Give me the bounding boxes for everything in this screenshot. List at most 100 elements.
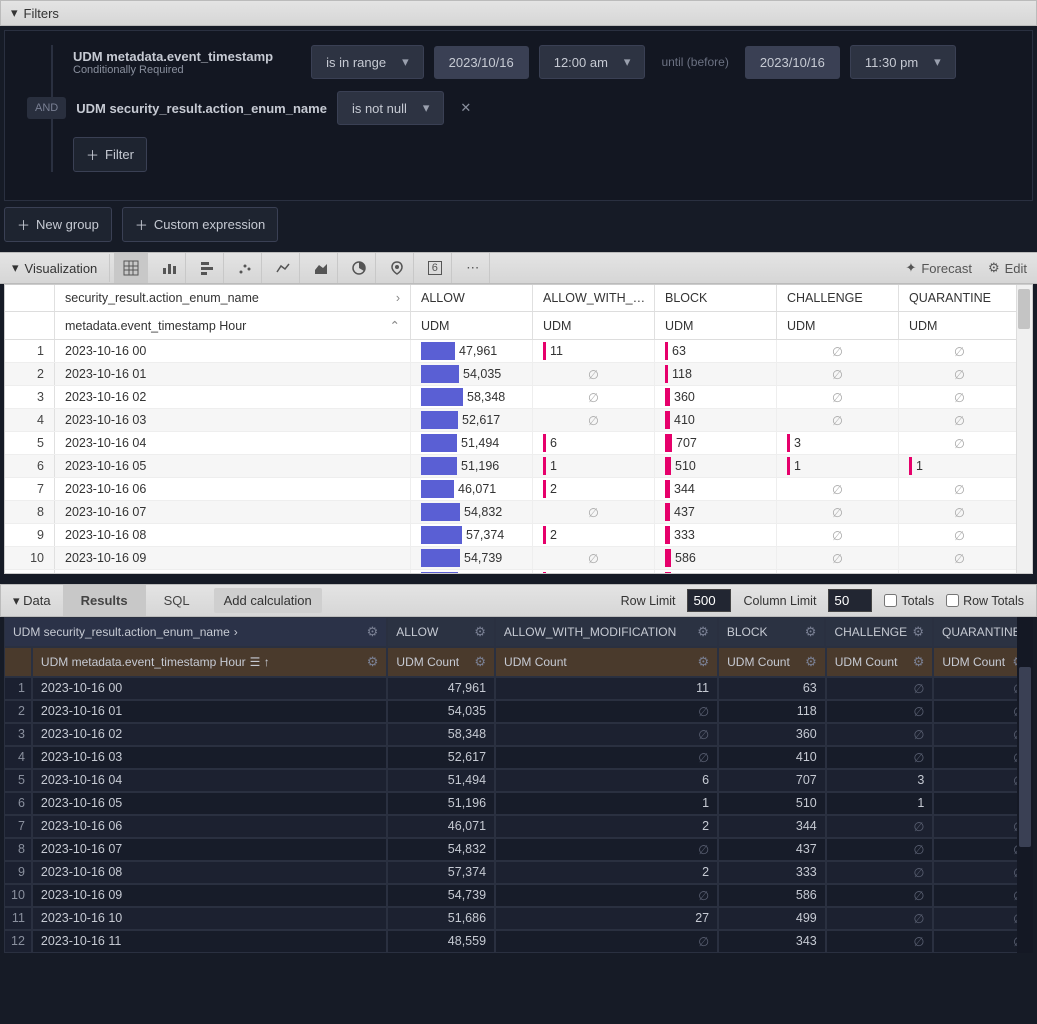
custom-expression-button[interactable]: ＋Custom expression [122, 207, 278, 242]
sort-asc-icon: ☰ ↑ [250, 655, 270, 669]
table-row[interactable]: 42023-10-16 0352,617∅410∅∅ [5, 409, 1032, 432]
filter-date-to[interactable]: 2023/10/16 [745, 46, 840, 79]
table-row[interactable]: 82023-10-16 0754,832∅437∅∅ [5, 501, 1032, 524]
row-field-header[interactable]: metadata.event_timestamp Hour⌃ [55, 312, 411, 339]
chevron-right-icon: › [396, 291, 400, 305]
gear-icon[interactable]: ⚙ [474, 654, 486, 670]
pivot-field-header[interactable]: security_result.action_enum_name› [55, 285, 411, 311]
col-header[interactable]: BLOCK⚙ [718, 617, 826, 647]
single-value-icon[interactable]: 6 [418, 253, 452, 283]
table-vis-icon[interactable] [114, 253, 148, 283]
map-chart-icon[interactable] [380, 253, 414, 283]
chevron-right-icon: › [234, 625, 238, 639]
gear-icon[interactable]: ⚙ [474, 624, 486, 640]
visualization-section-header[interactable]: ▾ Visualization [0, 254, 110, 282]
line-chart-icon[interactable] [266, 253, 300, 283]
scatter-chart-icon[interactable] [228, 253, 262, 283]
table-row[interactable]: 62023-10-16 0551,196151011 [5, 455, 1032, 478]
sub-header: UDM [533, 312, 655, 339]
sub-header[interactable]: UDM Count⚙ [826, 647, 934, 677]
visualization-toolbar: ▾ Visualization 6 ⋯ ✦Forecast ⚙Edit [0, 252, 1037, 284]
filter-op-select[interactable]: is in range [311, 45, 424, 79]
gear-icon[interactable]: ⚙ [697, 624, 709, 640]
scrollbar[interactable] [1016, 285, 1032, 573]
col-header[interactable]: ALLOW_WITH_… [533, 285, 655, 311]
table-row[interactable]: 92023-10-16 0857,3742333∅∅ [4, 861, 1033, 884]
sub-header[interactable]: UDM Count⚙ [718, 647, 826, 677]
gear-icon[interactable]: ⚙ [367, 654, 379, 670]
table-row[interactable]: 32023-10-16 0258,348∅360∅∅ [4, 723, 1033, 746]
sub-header[interactable]: UDM Count⚙ [495, 647, 718, 677]
gear-icon[interactable]: ⚙ [367, 624, 379, 640]
add-calculation-button[interactable]: Add calculation [214, 588, 322, 613]
gear-icon[interactable]: ⚙ [912, 624, 924, 640]
table-row[interactable]: 42023-10-16 0352,617∅410∅∅ [4, 746, 1033, 769]
table-row[interactable]: 112023-10-16 1051,68627499∅∅ [5, 570, 1032, 574]
plus-icon: ＋ [135, 215, 148, 234]
row-limit-input[interactable] [687, 589, 731, 612]
filters-panel: UDM metadata.event_timestamp Conditional… [4, 30, 1033, 201]
row-header[interactable]: UDM metadata.event_timestamp Hour ☰ ↑⚙ [32, 647, 388, 677]
table-row[interactable]: 22023-10-16 0154,035∅118∅∅ [4, 700, 1033, 723]
gear-icon[interactable]: ⚙ [805, 624, 817, 640]
table-row[interactable]: 122023-10-16 1148,559∅343∅∅ [4, 930, 1033, 953]
tab-results[interactable]: Results [63, 585, 146, 616]
column-chart-icon[interactable] [152, 253, 186, 283]
remove-filter-icon[interactable]: ✕ [454, 100, 477, 116]
totals-checkbox[interactable]: Totals [884, 594, 934, 608]
col-header[interactable]: ALLOW_WITH_MODIFICATION⚙ [495, 617, 718, 647]
col-header[interactable]: CHALLENGE⚙ [825, 617, 933, 647]
new-group-button[interactable]: ＋New group [4, 207, 112, 242]
data-grid: UDM security_result.action_enum_name ›⚙ … [4, 617, 1033, 953]
table-row[interactable]: 62023-10-16 0551,196151011 [4, 792, 1033, 815]
forecast-icon: ✦ [905, 260, 916, 276]
add-filter-button[interactable]: ＋Filter [73, 137, 147, 172]
table-row[interactable]: 52023-10-16 0451,49467073∅ [4, 769, 1033, 792]
filter-op-select[interactable]: is not null [337, 91, 444, 125]
gear-icon[interactable]: ⚙ [913, 654, 925, 670]
table-row[interactable]: 12023-10-16 0047,9611163∅∅ [5, 340, 1032, 363]
table-row[interactable]: 92023-10-16 0857,3742333∅∅ [5, 524, 1032, 547]
table-row[interactable]: 112023-10-16 1051,68627499∅∅ [4, 907, 1033, 930]
col-limit-input[interactable] [828, 589, 872, 612]
bar-chart-icon[interactable] [190, 253, 224, 283]
edit-button[interactable]: ⚙Edit [988, 260, 1027, 276]
row-totals-checkbox[interactable]: Row Totals [946, 594, 1024, 608]
col-header[interactable]: CHALLENGE [777, 285, 899, 311]
scrollbar[interactable] [1017, 617, 1033, 953]
table-row[interactable]: 12023-10-16 0047,9611163∅∅ [4, 677, 1033, 700]
table-row[interactable]: 102023-10-16 0954,739∅586∅∅ [5, 547, 1032, 570]
sub-header[interactable]: UDM Count⚙ [387, 647, 495, 677]
filter-row-timestamp: UDM metadata.event_timestamp Conditional… [73, 45, 1016, 79]
table-row[interactable]: 32023-10-16 0258,348∅360∅∅ [5, 386, 1032, 409]
data-section-header[interactable]: ▾ Data [1, 587, 63, 615]
table-row[interactable]: 102023-10-16 0954,739∅586∅∅ [4, 884, 1033, 907]
pie-chart-icon[interactable] [342, 253, 376, 283]
chevron-up-icon: ⌃ [390, 318, 400, 333]
col-header[interactable]: ALLOW [411, 285, 533, 311]
table-row[interactable]: 52023-10-16 0451,49467073∅ [5, 432, 1032, 455]
row-limit-label: Row Limit [621, 594, 676, 608]
table-row[interactable]: 72023-10-16 0646,0712344∅∅ [5, 478, 1032, 501]
filter-time-from[interactable]: 12:00 am [539, 45, 646, 79]
forecast-button[interactable]: ✦Forecast [905, 260, 971, 276]
plus-icon: ＋ [17, 215, 30, 234]
table-row[interactable]: 72023-10-16 0646,0712344∅∅ [4, 815, 1033, 838]
col-header[interactable]: BLOCK [655, 285, 777, 311]
col-header[interactable]: ALLOW⚙ [387, 617, 495, 647]
area-chart-icon[interactable] [304, 253, 338, 283]
tab-sql[interactable]: SQL [146, 585, 208, 616]
more-vis-icon[interactable]: ⋯ [456, 253, 490, 283]
filter-date-from[interactable]: 2023/10/16 [434, 46, 529, 79]
table-row[interactable]: 82023-10-16 0754,832∅437∅∅ [4, 838, 1033, 861]
pivot-header[interactable]: UDM security_result.action_enum_name ›⚙ [4, 617, 387, 647]
filters-section-header[interactable]: ▾ Filters [0, 0, 1037, 26]
filter-field-label: UDM metadata.event_timestamp [73, 49, 273, 64]
filter-time-to[interactable]: 11:30 pm [850, 45, 956, 79]
caret-down-icon: ▾ [11, 5, 18, 21]
filter-until-label: until (before) [655, 55, 734, 69]
table-row[interactable]: 22023-10-16 0154,035∅118∅∅ [5, 363, 1032, 386]
gear-icon[interactable]: ⚙ [697, 654, 709, 670]
gear-icon[interactable]: ⚙ [805, 654, 817, 670]
col-header[interactable]: QUARANTINE [899, 285, 1021, 311]
